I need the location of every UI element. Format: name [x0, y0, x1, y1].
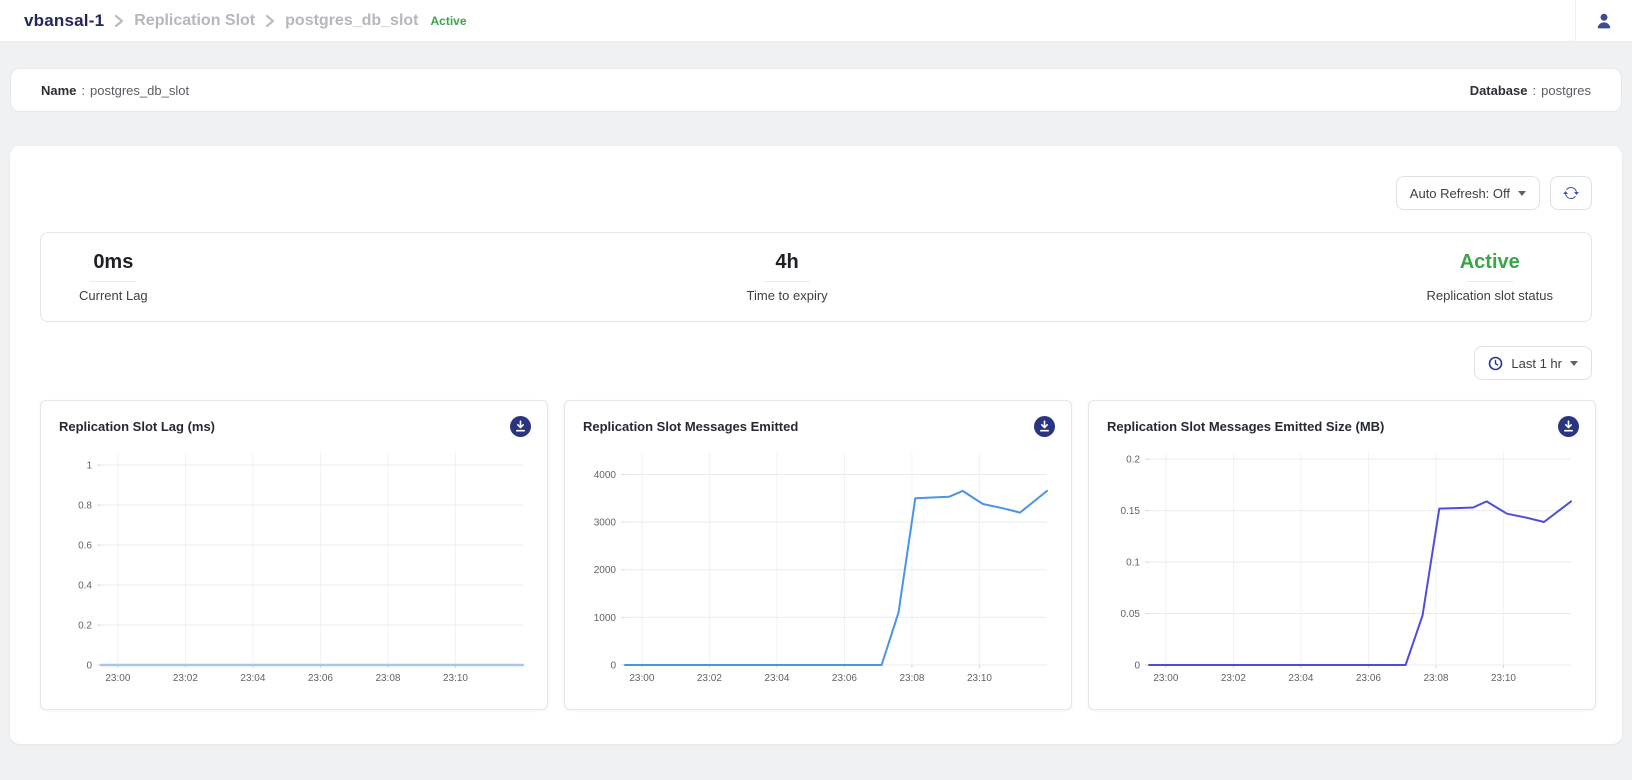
- charts-row: Replication Slot Lag (ms) 0 0.2 0.4 0.6 0.8 1…: [40, 400, 1592, 710]
- svg-text:0: 0: [1134, 661, 1140, 672]
- svg-text:0.1: 0.1: [1126, 558, 1140, 569]
- nav-right: [1575, 0, 1632, 41]
- svg-text:23:04: 23:04: [240, 673, 265, 684]
- status-badge: Active: [431, 14, 467, 28]
- svg-text:23:00: 23:00: [1153, 673, 1178, 684]
- breadcrumb-root[interactable]: vbansal-1: [24, 11, 104, 31]
- svg-text:1: 1: [86, 461, 92, 472]
- refresh-icon: [1563, 185, 1579, 201]
- stat-divider: [764, 281, 810, 282]
- svg-text:0.8: 0.8: [78, 501, 92, 512]
- stat-time-to-expiry: 4h Time to expiry: [747, 251, 828, 303]
- download-icon: [1558, 416, 1579, 437]
- svg-text:3000: 3000: [594, 518, 617, 529]
- svg-text:23:06: 23:06: [308, 673, 333, 684]
- auto-refresh-label: Auto Refresh: Off: [1410, 186, 1510, 201]
- svg-text:23:08: 23:08: [899, 673, 924, 684]
- svg-text:0.15: 0.15: [1121, 506, 1141, 517]
- svg-text:23:10: 23:10: [443, 673, 468, 684]
- line-chart-messages-emitted: 0 1000 2000 3000 4000 23:00 23:02 23:04 23:06 23:…: [579, 441, 1057, 693]
- svg-text:0.4: 0.4: [78, 581, 92, 592]
- refresh-toolbar: Auto Refresh: Off: [40, 176, 1592, 210]
- svg-text:4000: 4000: [594, 470, 617, 481]
- stat-value: Active: [1460, 251, 1520, 274]
- stat-divider: [90, 281, 136, 282]
- slot-name-label: Name: [41, 83, 76, 98]
- top-nav: vbansal-1 Replication Slot postgres_db_s…: [0, 0, 1632, 42]
- breadcrumb-item-slot-name: postgres_db_slot: [285, 12, 418, 30]
- svg-text:23:06: 23:06: [1356, 673, 1381, 684]
- auto-refresh-dropdown[interactable]: Auto Refresh: Off: [1396, 176, 1540, 210]
- stat-value: 4h: [775, 251, 798, 274]
- time-range-toolbar: Last 1 hr: [40, 346, 1592, 380]
- chart-download-button[interactable]: [1034, 416, 1055, 437]
- page-body: Name : postgres_db_slot Database : postg…: [0, 42, 1632, 744]
- svg-text:1000: 1000: [594, 613, 617, 624]
- download-icon: [510, 416, 531, 437]
- clock-icon: [1488, 356, 1503, 371]
- chart-header: Replication Slot Messages Emitted: [579, 414, 1057, 437]
- database-value: postgres: [1541, 83, 1591, 98]
- breadcrumb-item-replication-slot[interactable]: Replication Slot: [134, 12, 255, 30]
- svg-text:23:10: 23:10: [1491, 673, 1516, 684]
- time-range-label: Last 1 hr: [1511, 356, 1562, 371]
- svg-text:0.2: 0.2: [1126, 455, 1140, 466]
- download-icon: [1034, 416, 1055, 437]
- chart-card-slot-lag: Replication Slot Lag (ms) 0 0.2 0.4 0.6 0.8 1…: [40, 400, 548, 710]
- chart-header: Replication Slot Messages Emitted Size (…: [1103, 414, 1581, 437]
- svg-text:0: 0: [610, 661, 616, 672]
- user-icon: [1595, 12, 1613, 30]
- chart-download-button[interactable]: [1558, 416, 1579, 437]
- svg-text:0.2: 0.2: [78, 621, 92, 632]
- stat-label: Time to expiry: [747, 288, 828, 303]
- breadcrumb: vbansal-1 Replication Slot postgres_db_s…: [24, 11, 467, 31]
- line-chart-slot-lag: 0 0.2 0.4 0.6 0.8 1 23:00 23:02 23:04 23:06 23:08 2…: [55, 441, 533, 693]
- svg-text:23:00: 23:00: [105, 673, 130, 684]
- chart-card-messages-emitted: Replication Slot Messages Emitted 0 1000 2…: [564, 400, 1072, 710]
- caret-down-icon: [1570, 361, 1578, 366]
- svg-text:23:04: 23:04: [764, 673, 789, 684]
- refresh-button[interactable]: [1550, 176, 1592, 210]
- chart-download-button[interactable]: [510, 416, 531, 437]
- svg-text:2000: 2000: [594, 565, 617, 576]
- svg-text:0.6: 0.6: [78, 541, 92, 552]
- stats-summary: 0ms Current Lag 4h Time to expiry Active…: [40, 232, 1592, 322]
- stat-label: Replication slot status: [1427, 288, 1553, 303]
- stat-divider: [1467, 281, 1513, 282]
- caret-down-icon: [1518, 191, 1526, 196]
- stat-current-lag: 0ms Current Lag: [79, 251, 148, 303]
- chart-title: Replication Slot Messages Emitted: [583, 419, 798, 434]
- svg-text:23:06: 23:06: [832, 673, 857, 684]
- database-label: Database: [1470, 83, 1528, 98]
- chevron-right-icon: [265, 14, 275, 28]
- field-separator: :: [1533, 83, 1537, 98]
- slot-name-value: postgres_db_slot: [90, 83, 189, 98]
- svg-text:23:08: 23:08: [375, 673, 400, 684]
- svg-text:0.05: 0.05: [1121, 609, 1141, 620]
- slot-info-bar: Name : postgres_db_slot Database : postg…: [10, 68, 1622, 112]
- svg-text:23:08: 23:08: [1423, 673, 1448, 684]
- profile-button[interactable]: [1576, 0, 1632, 41]
- svg-text:23:02: 23:02: [1221, 673, 1246, 684]
- svg-text:23:04: 23:04: [1288, 673, 1313, 684]
- field-separator: :: [81, 83, 85, 98]
- svg-text:0: 0: [86, 661, 92, 672]
- line-chart-messages-size: 0 0.05 0.1 0.15 0.2 23:00 23:02 23:04 23:06 23:08…: [1103, 441, 1581, 693]
- stat-label: Current Lag: [79, 288, 148, 303]
- metrics-panel: Auto Refresh: Off 0ms Current Lag 4h Tim…: [10, 146, 1622, 744]
- svg-text:23:10: 23:10: [967, 673, 992, 684]
- database-field: Database : postgres: [1470, 83, 1591, 98]
- svg-text:23:02: 23:02: [173, 673, 198, 684]
- chart-title: Replication Slot Messages Emitted Size (…: [1107, 419, 1384, 434]
- stat-value: 0ms: [93, 251, 133, 274]
- chart-header: Replication Slot Lag (ms): [55, 414, 533, 437]
- time-range-dropdown[interactable]: Last 1 hr: [1474, 346, 1592, 380]
- chart-card-messages-size: Replication Slot Messages Emitted Size (…: [1088, 400, 1596, 710]
- chevron-right-icon: [114, 14, 124, 28]
- chart-title: Replication Slot Lag (ms): [59, 419, 215, 434]
- svg-text:23:00: 23:00: [629, 673, 654, 684]
- svg-text:23:02: 23:02: [697, 673, 722, 684]
- slot-name-field: Name : postgres_db_slot: [41, 83, 189, 98]
- stat-slot-status: Active Replication slot status: [1427, 251, 1553, 303]
